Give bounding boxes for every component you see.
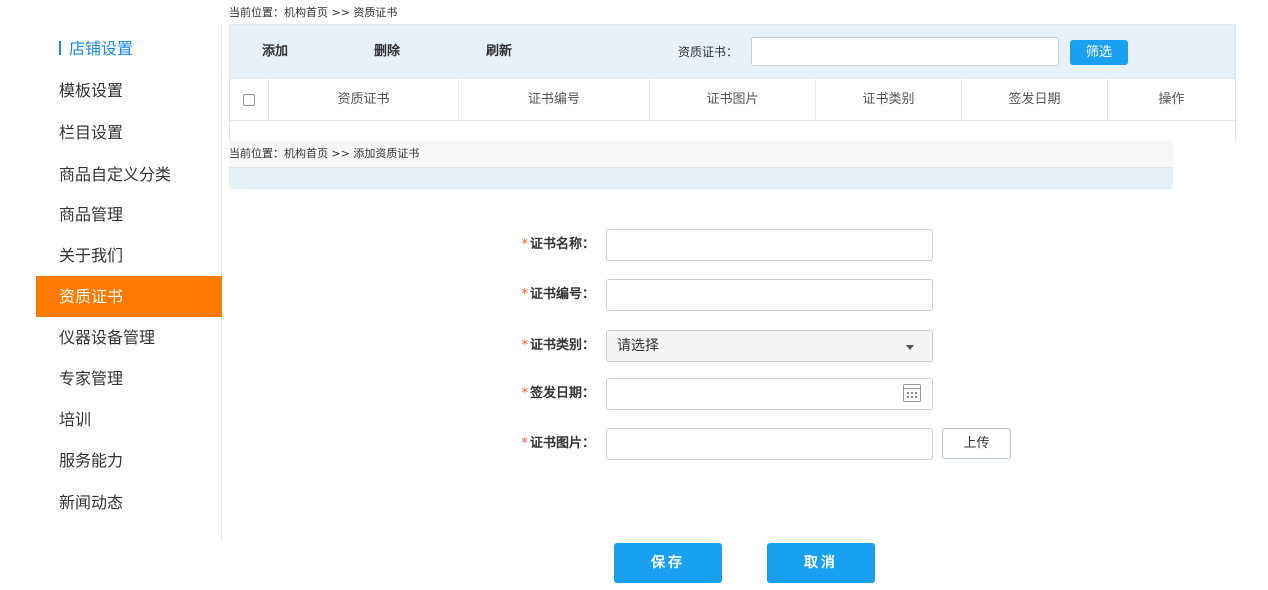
issue-date-label: * 签发日期： <box>499 378 595 410</box>
cert-type-select[interactable]: 请选择 <box>606 330 933 362</box>
sidebar-item-certificates[interactable]: 资质证书 <box>36 276 222 317</box>
refresh-button[interactable]: 刷新 <box>486 25 512 79</box>
form-header-strip <box>229 167 1173 189</box>
add-button[interactable]: 添加 <box>262 25 288 79</box>
required-mark: * <box>521 386 528 401</box>
upload-button[interactable]: 上传 <box>942 428 1011 459</box>
certificate-filter-input[interactable] <box>751 37 1059 66</box>
sidebar-item-product-management[interactable]: 商品管理 <box>36 194 222 235</box>
app-root: 当前位置：机构首页 >> 资质证书 店铺设置 模板设置 栏目设置 商品自定义分类… <box>0 0 1268 590</box>
column-header-image: 证书图片 <box>650 79 816 120</box>
sidebar-item-label: 店铺设置 <box>69 39 134 58</box>
form-row-image: * 证书图片： 上传 <box>229 428 1173 460</box>
calendar-icon[interactable] <box>903 384 921 402</box>
column-header-actions: 操作 <box>1158 92 1185 107</box>
cert-number-input[interactable] <box>606 279 933 311</box>
cert-type-label: * 证书类别： <box>499 330 595 362</box>
form-row-number: * 证书编号： <box>229 279 1173 311</box>
cert-image-input[interactable] <box>606 428 933 460</box>
sidebar-item-about-us[interactable]: 关于我们 <box>36 235 222 276</box>
select-all-checkbox[interactable] <box>230 79 269 120</box>
sidebar-item-custom-category[interactable]: 商品自定义分类 <box>36 154 222 195</box>
sidebar-item-news[interactable]: 新闻动态 <box>36 482 222 523</box>
cert-number-label: * 证书编号： <box>499 279 595 311</box>
table-header: 资质证书 证书编号 证书图片 证书类别 签发日期 操作 <box>229 78 1236 121</box>
cert-image-label: * 证书图片： <box>499 428 595 460</box>
chevron-down-icon <box>906 345 914 350</box>
cert-name-label: * 证书名称： <box>499 229 595 261</box>
form-row-name: * 证书名称： <box>229 229 1173 261</box>
required-mark: * <box>521 287 528 302</box>
sidebar-item-equipment[interactable]: 仪器设备管理 <box>36 317 222 358</box>
cert-image-label-text: 证书图片： <box>529 436 595 451</box>
cert-type-selected: 请选择 <box>617 338 659 354</box>
issue-date-label-text: 签发日期： <box>529 386 595 401</box>
sidebar-item-training[interactable]: 培训 <box>36 399 222 440</box>
filter-label: 资质证书： <box>678 45 739 59</box>
form-row-type: * 证书类别： 请选择 <box>229 330 1173 362</box>
filter-button[interactable]: 筛选 <box>1070 40 1128 65</box>
cert-name-label-text: 证书名称： <box>529 237 595 252</box>
required-mark: * <box>521 237 528 252</box>
issue-date-input[interactable] <box>606 378 933 410</box>
list-toolbar: 添加 删除 刷新 资质证书： 筛选 <box>229 24 1236 78</box>
section-marker-icon <box>59 41 61 55</box>
sidebar-item-experts[interactable]: 专家管理 <box>36 358 222 399</box>
breadcrumb-top: 当前位置：机构首页 >> 资质证书 <box>229 6 398 19</box>
column-header-certificate: 资质证书 <box>269 79 459 120</box>
add-certificate-form: 当前位置：机构首页 >> 添加资质证书 * 证书名称： * 证书编号： * 证书类别：… <box>229 141 1173 590</box>
sidebar-item-service-capability[interactable]: 服务能力 <box>36 440 222 481</box>
required-mark: * <box>521 436 528 451</box>
sidebar-item-store-settings[interactable]: 店铺设置 <box>36 28 222 69</box>
cert-number-label-text: 证书编号： <box>529 287 595 302</box>
column-header-number: 证书编号 <box>459 79 650 120</box>
cert-type-label-text: 证书类别： <box>529 338 595 353</box>
save-button[interactable]: 保存 <box>614 543 722 583</box>
sidebar-item-column-settings[interactable]: 栏目设置 <box>36 112 222 153</box>
required-mark: * <box>521 338 528 353</box>
cert-name-input[interactable] <box>606 229 933 261</box>
form-row-date: * 签发日期： <box>229 378 1173 410</box>
checkbox-icon <box>243 93 255 106</box>
sidebar-item-template-settings[interactable]: 模板设置 <box>36 70 222 111</box>
breadcrumb-form: 当前位置：机构首页 >> 添加资质证书 <box>229 141 1173 167</box>
sidebar: 店铺设置 模板设置 栏目设置 商品自定义分类 商品管理 关于我们 资质证书 仪器… <box>0 24 222 540</box>
column-header-date: 签发日期 <box>962 79 1108 120</box>
delete-button[interactable]: 删除 <box>374 25 400 79</box>
cancel-button[interactable]: 取消 <box>767 543 875 583</box>
breadcrumb-form-text: 当前位置：机构首页 >> 添加资质证书 <box>229 147 420 160</box>
table-body <box>229 121 1236 141</box>
column-header-type: 证书类别 <box>816 79 962 120</box>
